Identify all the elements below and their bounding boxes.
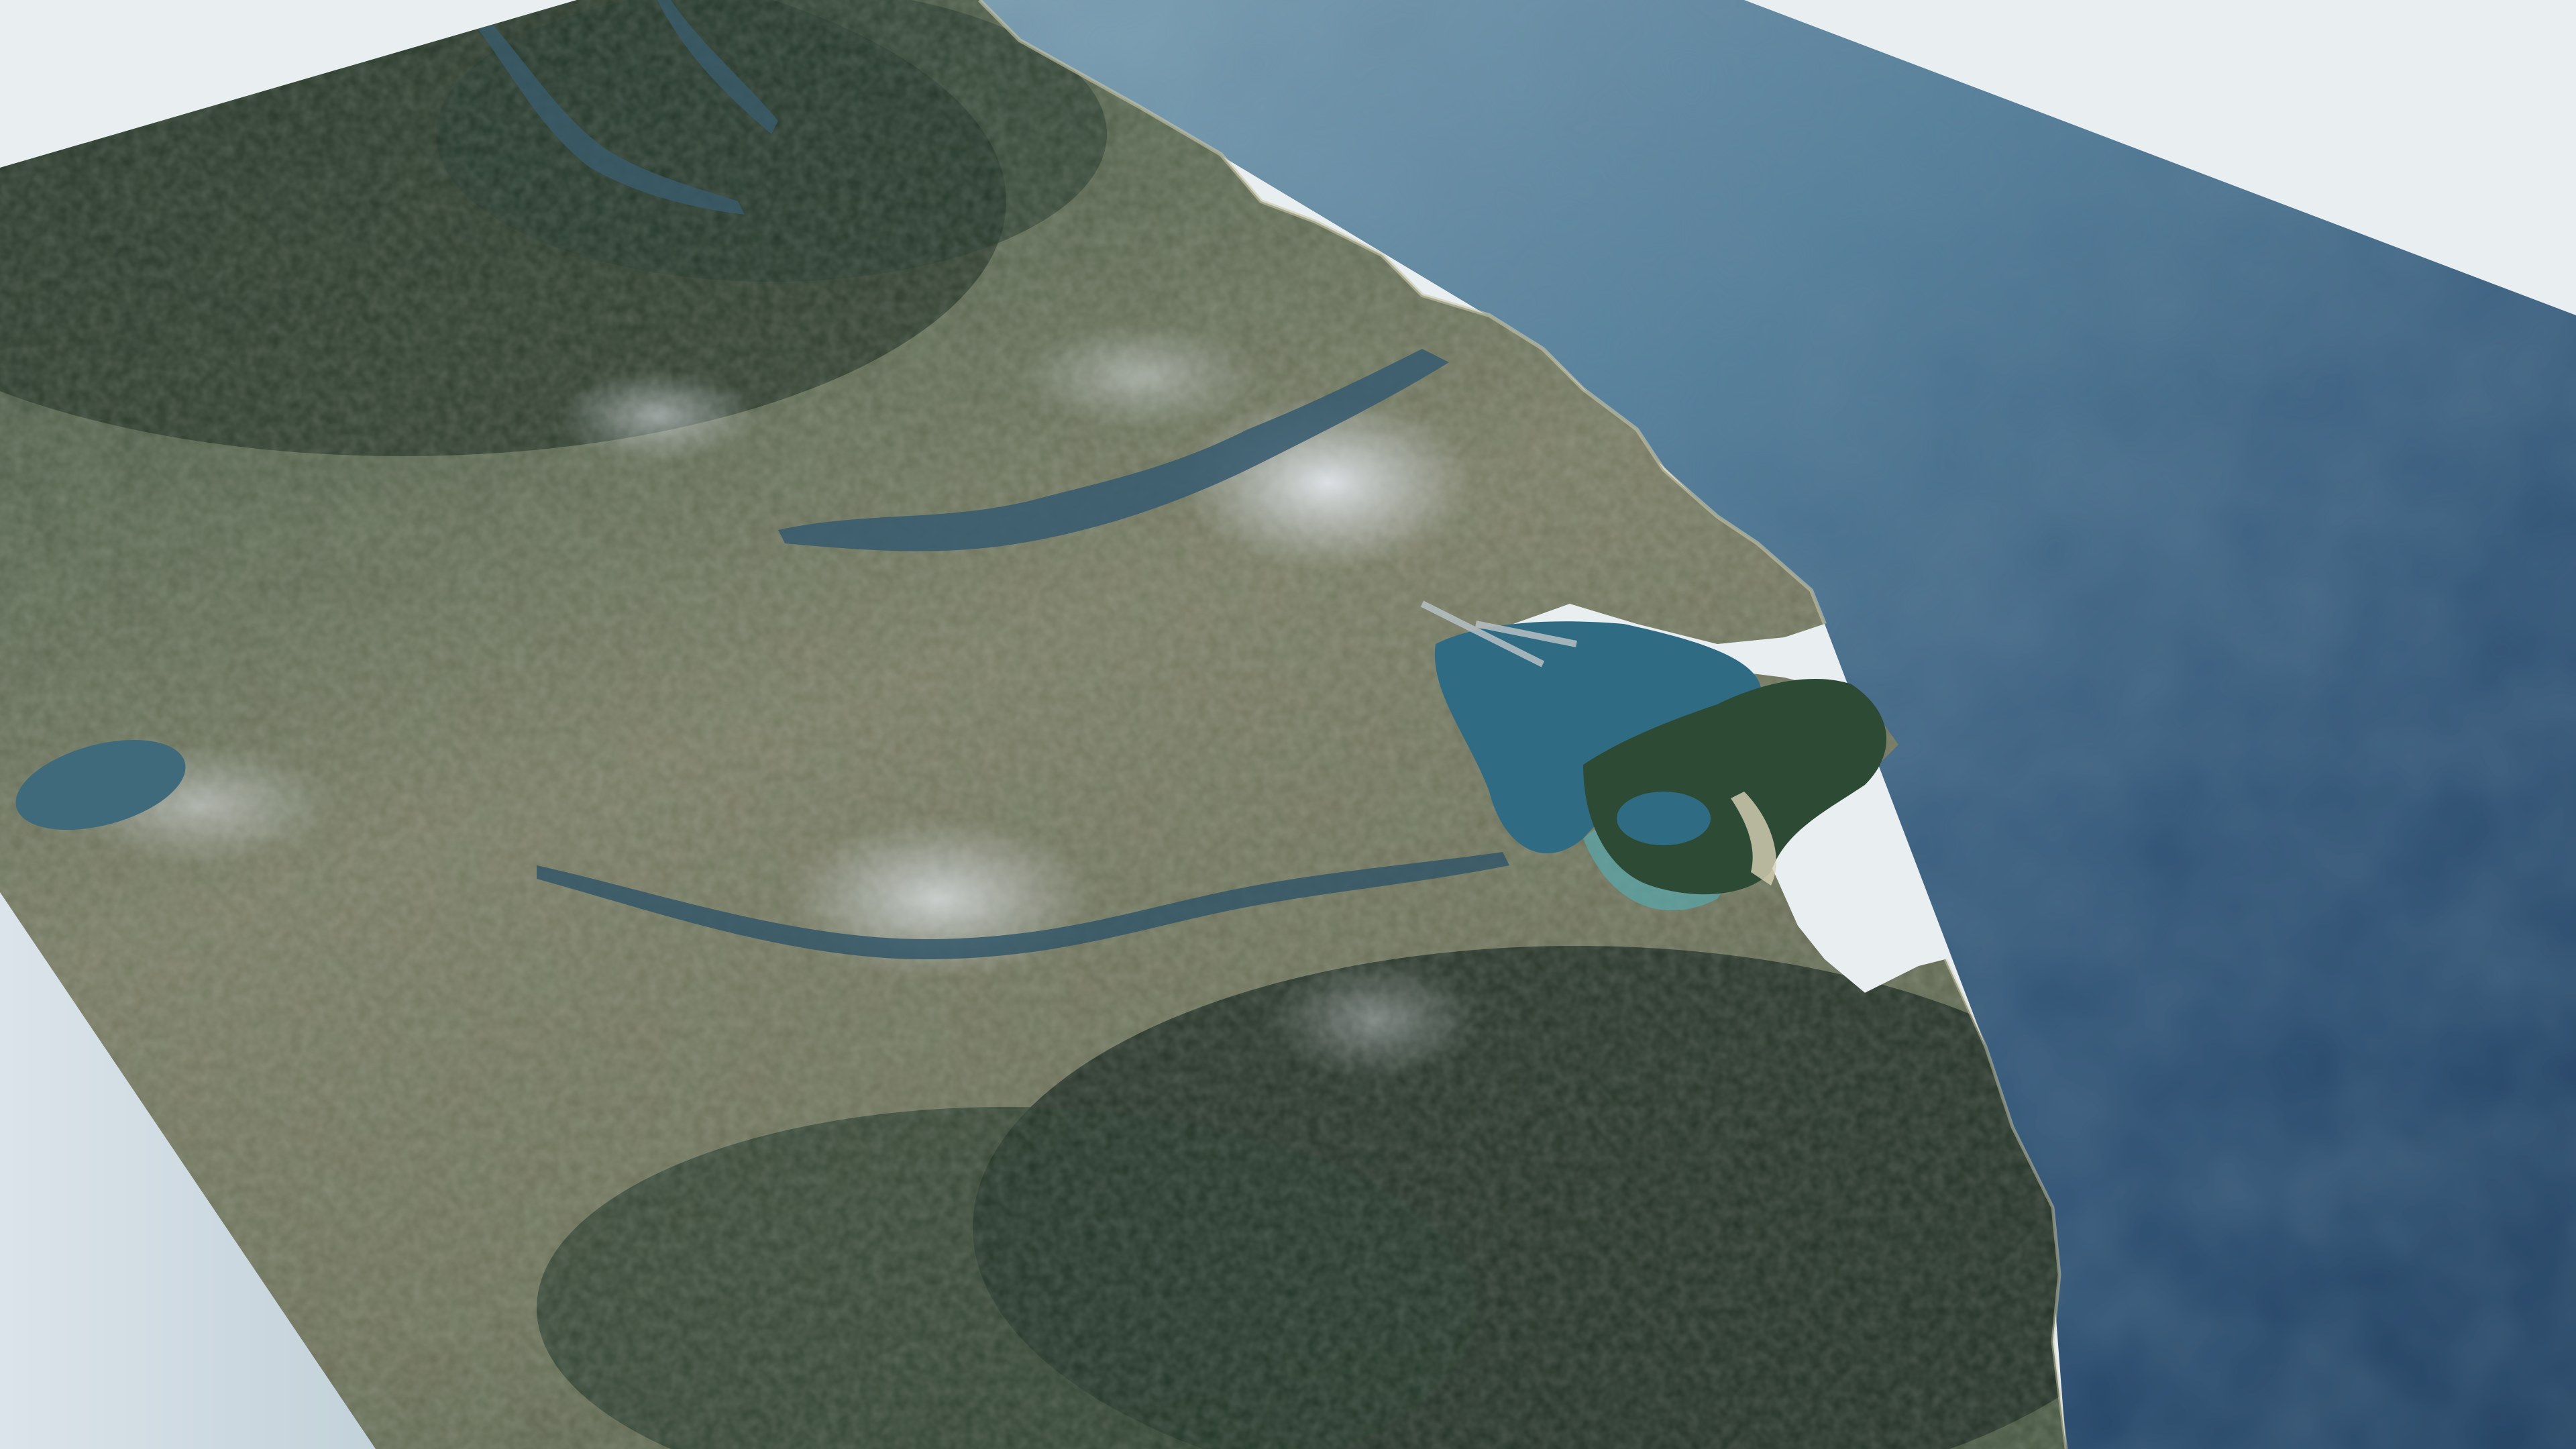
terrain-scene[interactable]: [0, 0, 2576, 1449]
map-viewport[interactable]: [0, 0, 2576, 1449]
